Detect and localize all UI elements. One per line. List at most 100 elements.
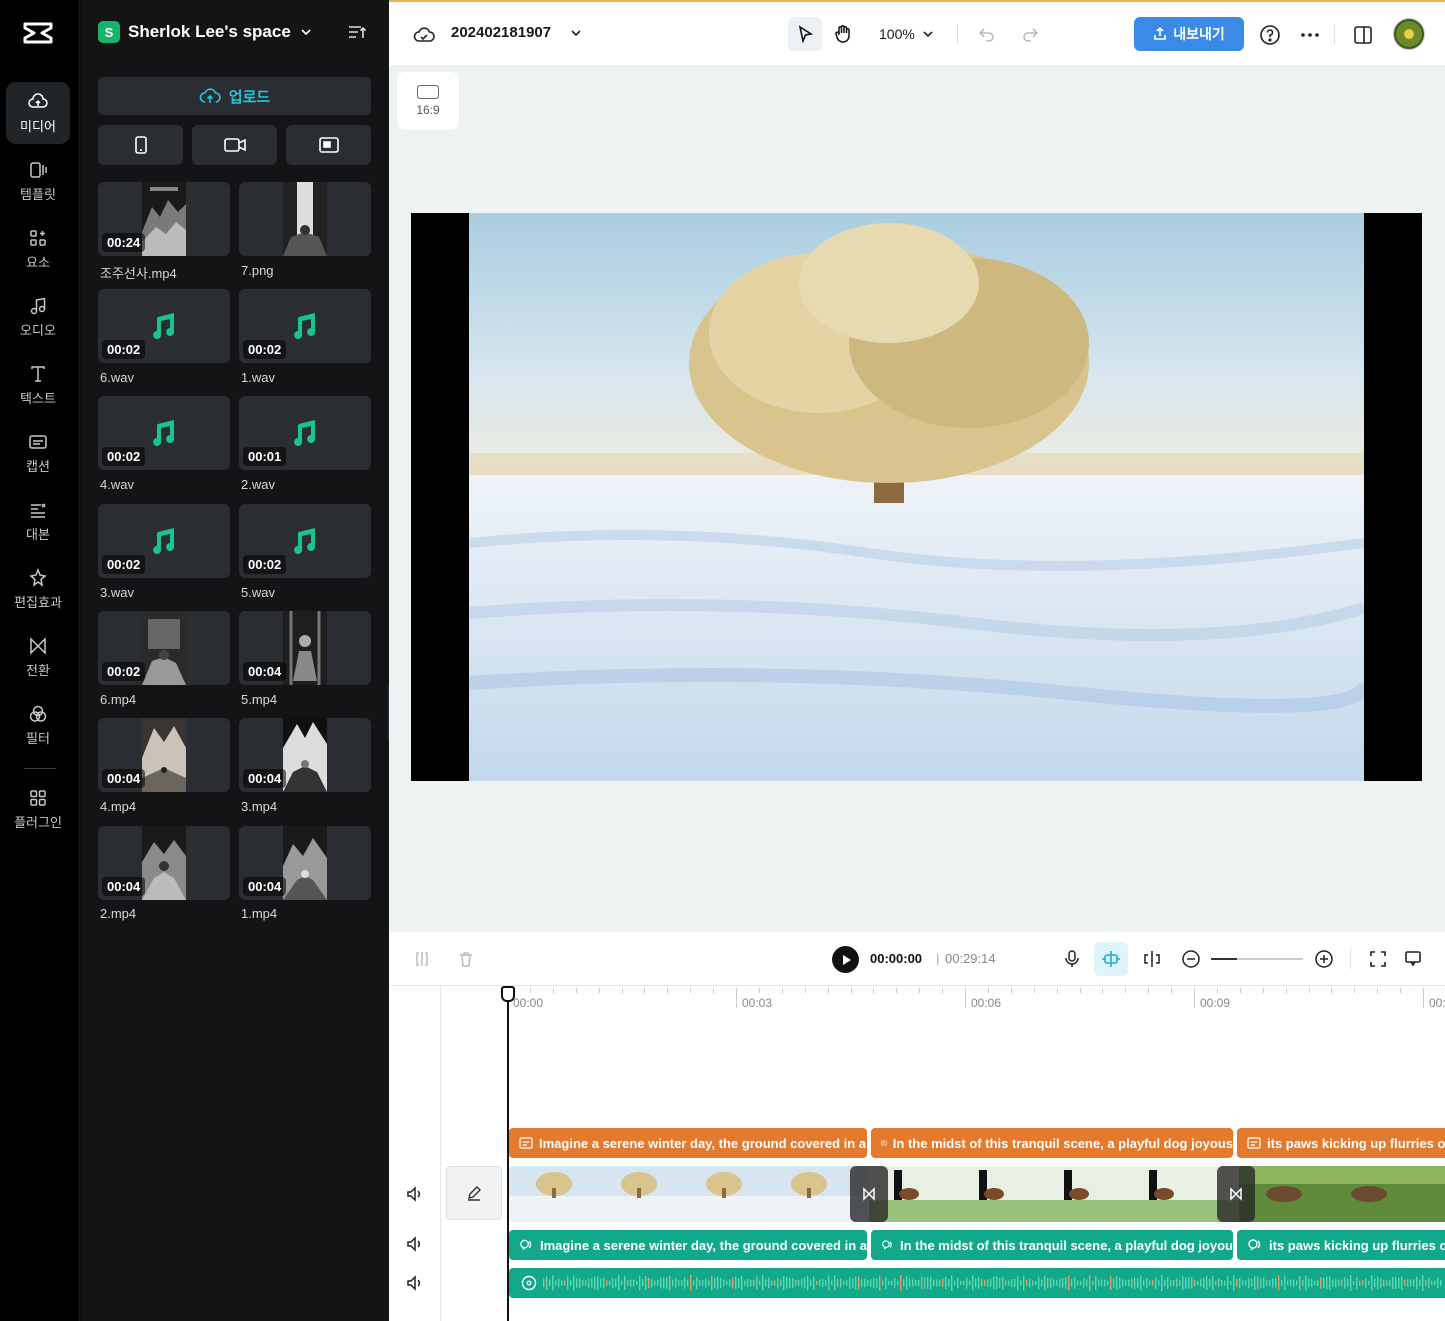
- feedback-button[interactable]: [1402, 948, 1424, 970]
- waveform-bar: [1110, 1276, 1112, 1290]
- media-duration: 00:02: [102, 662, 146, 681]
- delete-button[interactable]: [455, 948, 477, 970]
- voiceover-clip[interactable]: Imagine a serene winter day, the ground …: [509, 1230, 867, 1260]
- aspect-ratio-button[interactable]: 16:9: [397, 72, 459, 130]
- zoom-in-button[interactable]: [1313, 948, 1335, 970]
- media-item[interactable]: 00:02: [239, 289, 371, 363]
- help-icon[interactable]: [1259, 24, 1281, 46]
- timeline-zoom-slider[interactable]: [1211, 958, 1303, 960]
- waveform-bar: [699, 1280, 701, 1286]
- voiceover-clip[interactable]: In the midst of this tranquil scene, a p…: [871, 1230, 1233, 1260]
- waveform-bar: [1113, 1278, 1115, 1288]
- waveform-bar: [705, 1278, 707, 1288]
- media-item[interactable]: 00:04: [239, 611, 371, 685]
- phone-upload-button[interactable]: [98, 125, 183, 165]
- media-item[interactable]: 00:04: [98, 718, 230, 792]
- magnetic-snap-button[interactable]: [1094, 942, 1128, 976]
- undo-icon[interactable]: [978, 25, 996, 43]
- media-item[interactable]: 00:04: [239, 826, 371, 900]
- cloud-upload-icon: [199, 88, 221, 103]
- caption-clip[interactable]: Imagine a serene winter day, the ground …: [509, 1128, 867, 1158]
- user-avatar[interactable]: [1393, 18, 1425, 50]
- record-video-button[interactable]: [192, 125, 277, 165]
- media-item[interactable]: 00:01: [239, 396, 371, 470]
- media-item[interactable]: 00:02: [98, 289, 230, 363]
- music-track[interactable]: [509, 1268, 1445, 1298]
- caption-clip[interactable]: In the midst of this tranquil scene, a p…: [871, 1128, 1233, 1158]
- waveform-bar: [1314, 1280, 1316, 1286]
- media-item[interactable]: 00:04: [239, 718, 371, 792]
- caption-clip[interactable]: its paws kicking up flurries of: [1237, 1128, 1445, 1158]
- rail-item-transition[interactable]: 전환: [6, 626, 70, 688]
- video-preview[interactable]: [411, 213, 1422, 781]
- waveform-bar: [582, 1279, 584, 1287]
- speaker-icon[interactable]: [405, 1273, 425, 1293]
- waveform-bar: [648, 1277, 650, 1289]
- media-item[interactable]: 00:02: [239, 504, 371, 578]
- cursor-icon: [798, 25, 814, 43]
- export-button[interactable]: 내보내기: [1134, 17, 1244, 51]
- play-button[interactable]: [832, 946, 859, 973]
- media-item[interactable]: 00:02: [98, 611, 230, 685]
- rail-item-caption[interactable]: 캡션: [6, 422, 70, 484]
- rail-item-media[interactable]: 미디어: [6, 82, 70, 144]
- media-thumbnail: [283, 182, 327, 256]
- fit-timeline-button[interactable]: [1367, 948, 1389, 970]
- media-name: 6.wav: [100, 370, 134, 385]
- video-track[interactable]: [509, 1166, 1445, 1222]
- media-item[interactable]: 00:02: [98, 504, 230, 578]
- playhead-handle[interactable]: [501, 986, 515, 1002]
- waveform-bar: [885, 1276, 887, 1290]
- split-track-button[interactable]: [1141, 948, 1163, 970]
- space-switcher[interactable]: S Sherlok Lee's space: [98, 20, 313, 44]
- speaker-icon[interactable]: [405, 1234, 425, 1254]
- record-voice-button[interactable]: [1061, 948, 1083, 970]
- waveform-bar: [615, 1278, 617, 1288]
- rail-item-plugin[interactable]: 플러그인: [6, 778, 70, 840]
- split-button[interactable]: [411, 948, 433, 970]
- waveform-bar: [744, 1280, 746, 1286]
- capcut-logo[interactable]: [22, 18, 54, 48]
- redo-icon[interactable]: [1021, 25, 1039, 43]
- voiceover-clip-text: In the midst of this tranquil scene, a p…: [900, 1237, 1233, 1253]
- transition-marker[interactable]: [1217, 1166, 1255, 1222]
- hand-tool-button[interactable]: [826, 17, 860, 51]
- rail-item-template[interactable]: 템플릿: [6, 150, 70, 212]
- upload-button[interactable]: 업로드: [98, 77, 371, 115]
- cover-edit-button[interactable]: [446, 1166, 502, 1220]
- chevron-down-icon[interactable]: [922, 28, 934, 40]
- project-name[interactable]: 202402181907: [451, 24, 551, 41]
- select-tool-button[interactable]: [788, 17, 822, 51]
- waveform-bar: [738, 1278, 740, 1288]
- fullscreen-icon: [1370, 951, 1386, 967]
- media-item[interactable]: [239, 182, 371, 256]
- ruler-tick: [758, 988, 760, 993]
- chevron-down-icon[interactable]: [569, 26, 583, 40]
- rail-item-audio[interactable]: 오디오: [6, 286, 70, 348]
- record-screen-button[interactable]: [286, 125, 371, 165]
- zoom-level[interactable]: 100%: [879, 26, 915, 42]
- zoom-out-button[interactable]: [1180, 948, 1202, 970]
- waveform-bar: [1215, 1280, 1217, 1286]
- waveform-bar: [1176, 1278, 1178, 1288]
- waveform-bar: [1185, 1277, 1187, 1289]
- transition-marker[interactable]: [850, 1166, 888, 1222]
- waveform-bar: [867, 1280, 869, 1286]
- rail-item-filter[interactable]: 필터: [6, 694, 70, 756]
- waveform-bar: [990, 1279, 992, 1287]
- rail-item-script[interactable]: 대본: [6, 490, 70, 552]
- media-item[interactable]: 00:04: [98, 826, 230, 900]
- more-icon[interactable]: [1299, 24, 1321, 46]
- rail-item-effects[interactable]: 편집효과: [6, 558, 70, 620]
- export-icon: [1154, 27, 1167, 40]
- waveform-bar: [999, 1278, 1001, 1288]
- waveform-bar: [1137, 1277, 1139, 1289]
- rail-item-elements[interactable]: 요소: [6, 218, 70, 280]
- voiceover-clip[interactable]: its paws kicking up flurries of: [1237, 1230, 1445, 1260]
- media-item[interactable]: 00:02: [98, 396, 230, 470]
- layout-panel-icon[interactable]: [1352, 24, 1374, 46]
- rail-item-text[interactable]: 텍스트: [6, 354, 70, 416]
- media-item[interactable]: 00:24: [98, 182, 230, 256]
- sort-icon[interactable]: [347, 22, 367, 42]
- speaker-icon[interactable]: [405, 1184, 425, 1204]
